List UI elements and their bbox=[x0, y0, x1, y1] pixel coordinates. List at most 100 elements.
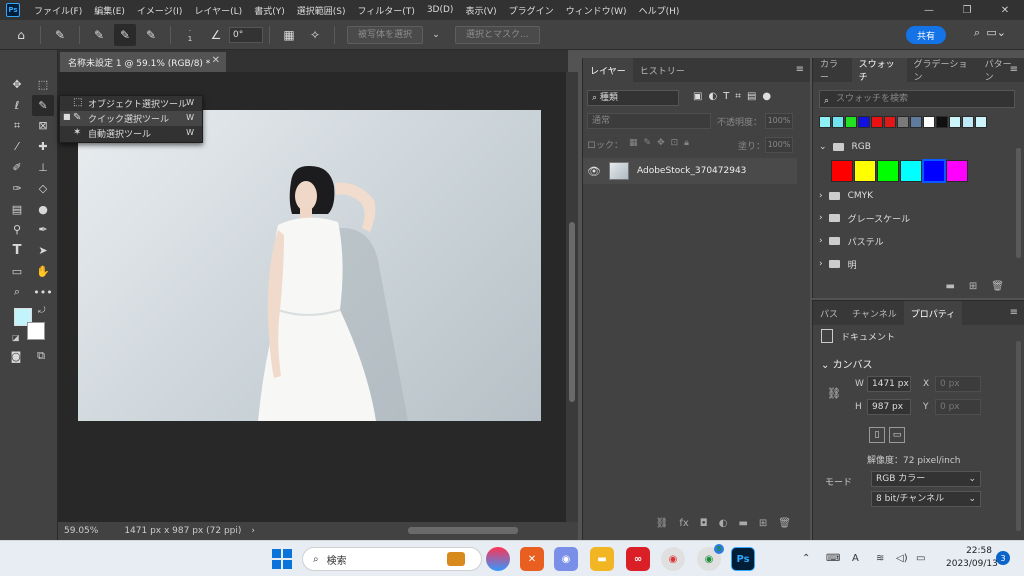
battery-icon[interactable]: ▭ bbox=[916, 553, 925, 564]
menu-layer[interactable]: レイヤー(L) bbox=[188, 4, 248, 17]
smart-object-filter-icon[interactable]: ▤ bbox=[747, 91, 756, 102]
photos-app-icon[interactable]: ◉ bbox=[554, 547, 578, 571]
home-icon[interactable]: ⌂ bbox=[10, 24, 32, 46]
pixel-filter-icon[interactable]: ▣ bbox=[693, 91, 702, 102]
hand-tool-icon[interactable]: ✋ bbox=[32, 261, 54, 282]
panel-menu-icon[interactable]: ≡ bbox=[796, 64, 804, 75]
recent-swatch[interactable] bbox=[910, 116, 922, 128]
add-selection-icon[interactable]: ✎ bbox=[114, 23, 136, 46]
history-brush-icon[interactable]: ✑ bbox=[6, 178, 28, 199]
swatch-search-input[interactable]: ⌕ スウォッチを検索 bbox=[819, 90, 1015, 108]
lock-artboard-icon[interactable]: ⊡ bbox=[671, 138, 679, 151]
default-colors-icon[interactable]: ◪ bbox=[12, 333, 20, 342]
rgb-swatch[interactable] bbox=[922, 159, 946, 183]
eyedropper-tool-icon[interactable]: ⁄ bbox=[6, 136, 28, 157]
quick-select-tool-icon[interactable]: ✎ bbox=[32, 94, 54, 116]
color-mode-select[interactable]: RGB カラー ⌄ bbox=[871, 471, 981, 487]
path-select-icon[interactable]: ➤ bbox=[32, 240, 54, 261]
visibility-eye-icon[interactable]: 👁︎ bbox=[583, 165, 605, 178]
layer-filter-select[interactable]: ⌕ 種類 bbox=[587, 90, 679, 106]
volume-icon[interactable]: ◁) bbox=[896, 553, 908, 564]
swatch-group-light[interactable]: › 明 bbox=[819, 255, 1019, 273]
panel-menu-icon[interactable]: ≡ bbox=[1010, 64, 1018, 75]
chevron-down-icon[interactable]: ⌄ bbox=[425, 24, 447, 46]
width-field[interactable]: 1471 px bbox=[867, 376, 911, 392]
close-tab-icon[interactable]: ✕ bbox=[212, 55, 220, 66]
tab-swatches[interactable]: スウォッチ bbox=[851, 58, 907, 83]
background-color-swatch[interactable] bbox=[27, 322, 45, 340]
auto-enhance-icon[interactable]: ✧ bbox=[304, 24, 326, 46]
swatches-scrollbar[interactable] bbox=[1016, 148, 1021, 258]
share-button[interactable]: 共有 bbox=[906, 26, 946, 44]
tab-color[interactable]: カラー bbox=[813, 58, 852, 83]
adjustment-filter-icon[interactable]: ◐ bbox=[708, 91, 717, 102]
rectangle-tool-icon[interactable]: ▭ bbox=[6, 261, 28, 282]
recent-swatch[interactable] bbox=[962, 116, 974, 128]
bit-depth-select[interactable]: 8 bit/チャンネル ⌄ bbox=[871, 491, 981, 507]
magic-wand-tool-item[interactable]: ✶ 自動選択ツール W bbox=[60, 126, 202, 141]
paint-app-icon[interactable] bbox=[486, 547, 510, 571]
menu-help[interactable]: ヘルプ(H) bbox=[633, 4, 686, 17]
menu-window[interactable]: ウィンドウ(W) bbox=[560, 4, 633, 17]
recent-swatch[interactable] bbox=[884, 116, 896, 128]
filter-toggle-icon[interactable]: ● bbox=[762, 91, 771, 102]
recent-swatch[interactable] bbox=[975, 116, 987, 128]
link-dimensions-icon[interactable]: ⛓︎ bbox=[827, 387, 841, 400]
wifi-icon[interactable]: ≋ bbox=[876, 553, 884, 564]
recent-swatch[interactable] bbox=[936, 116, 948, 128]
photoshop-taskbar-icon[interactable]: Ps bbox=[731, 547, 755, 571]
lock-pixels-icon[interactable]: ✎ bbox=[644, 138, 652, 151]
adjustment-layer-icon[interactable]: ◐ bbox=[719, 518, 728, 534]
search-icon[interactable]: ⌕ bbox=[974, 26, 980, 40]
new-swatch-icon[interactable]: ⊞ bbox=[969, 281, 977, 292]
taskbar-search[interactable]: ⌕ 検索 bbox=[302, 547, 482, 571]
fill-field[interactable]: 100% bbox=[765, 137, 793, 153]
swatch-group-grayscale[interactable]: › グレースケール bbox=[819, 209, 1019, 227]
sample-all-layers-icon[interactable]: ▦ bbox=[278, 24, 300, 46]
healing-brush-icon[interactable]: ✚ bbox=[32, 136, 54, 157]
rgb-swatch[interactable] bbox=[900, 160, 922, 182]
menu-type[interactable]: 書式(Y) bbox=[248, 4, 291, 17]
remote-desktop-icon[interactable]: ✕ bbox=[520, 547, 544, 571]
lock-position-icon[interactable]: ✥ bbox=[657, 138, 665, 151]
menu-image[interactable]: イメージ(I) bbox=[131, 4, 189, 17]
rgb-swatch[interactable] bbox=[946, 160, 968, 182]
zoom-level[interactable]: 59.05% bbox=[64, 526, 98, 536]
y-field[interactable]: 0 px bbox=[935, 399, 981, 415]
canvas-section-header[interactable]: ⌄ カンバス bbox=[821, 356, 873, 371]
horizontal-scroll-thumb[interactable] bbox=[408, 527, 518, 534]
menu-file[interactable]: ファイル(F) bbox=[28, 4, 88, 17]
vertical-scroll-thumb[interactable] bbox=[569, 222, 575, 402]
lock-transparency-icon[interactable]: ▦ bbox=[629, 138, 638, 151]
menu-view[interactable]: 表示(V) bbox=[459, 4, 502, 17]
trash-icon[interactable]: 🗑︎ bbox=[778, 518, 791, 534]
trash-icon[interactable]: 🗑︎ bbox=[991, 281, 1004, 292]
chrome-alt-icon[interactable]: ◉ 8 bbox=[697, 544, 724, 571]
quick-selection-tool-item[interactable]: ■ ✎ クイック選択ツール W bbox=[60, 111, 202, 126]
swap-colors-icon[interactable]: ⤾ bbox=[38, 306, 46, 316]
eraser-tool-icon[interactable]: ◇ bbox=[32, 178, 54, 199]
link-layers-icon[interactable]: ⛓︎ bbox=[656, 518, 669, 534]
quick-mask-icon[interactable]: ◙ bbox=[8, 348, 24, 364]
lasso-tool-icon[interactable]: ℓ bbox=[6, 95, 28, 116]
layer-style-icon[interactable]: fx bbox=[679, 518, 688, 534]
lock-all-icon[interactable]: 🔒︎ bbox=[684, 138, 689, 151]
menu-3d[interactable]: 3D(D) bbox=[421, 5, 460, 15]
pen-tool-icon[interactable]: ✒ bbox=[32, 220, 54, 241]
properties-scrollbar[interactable] bbox=[1016, 341, 1021, 531]
vertical-scrollbar[interactable] bbox=[566, 72, 578, 522]
panel-menu-icon[interactable]: ≡ bbox=[1010, 307, 1018, 318]
tab-channels[interactable]: チャンネル bbox=[845, 301, 904, 325]
blur-tool-icon[interactable]: ● bbox=[32, 199, 54, 220]
recent-swatch[interactable] bbox=[858, 116, 870, 128]
notification-count-badge[interactable]: 3 bbox=[996, 551, 1010, 565]
tab-properties[interactable]: プロパティ bbox=[903, 301, 963, 325]
type-tool-icon[interactable]: T bbox=[6, 240, 28, 261]
chevron-up-icon[interactable]: ⌃ bbox=[802, 553, 810, 564]
menu-edit[interactable]: 編集(E) bbox=[88, 4, 131, 17]
ime-indicator[interactable]: A bbox=[852, 553, 859, 564]
blend-mode-select[interactable]: 通常 bbox=[587, 113, 711, 129]
angle-field[interactable]: 0° bbox=[229, 26, 263, 43]
marquee-tool-icon[interactable]: ⬚ bbox=[32, 74, 54, 95]
windows-start-icon[interactable] bbox=[272, 549, 292, 569]
